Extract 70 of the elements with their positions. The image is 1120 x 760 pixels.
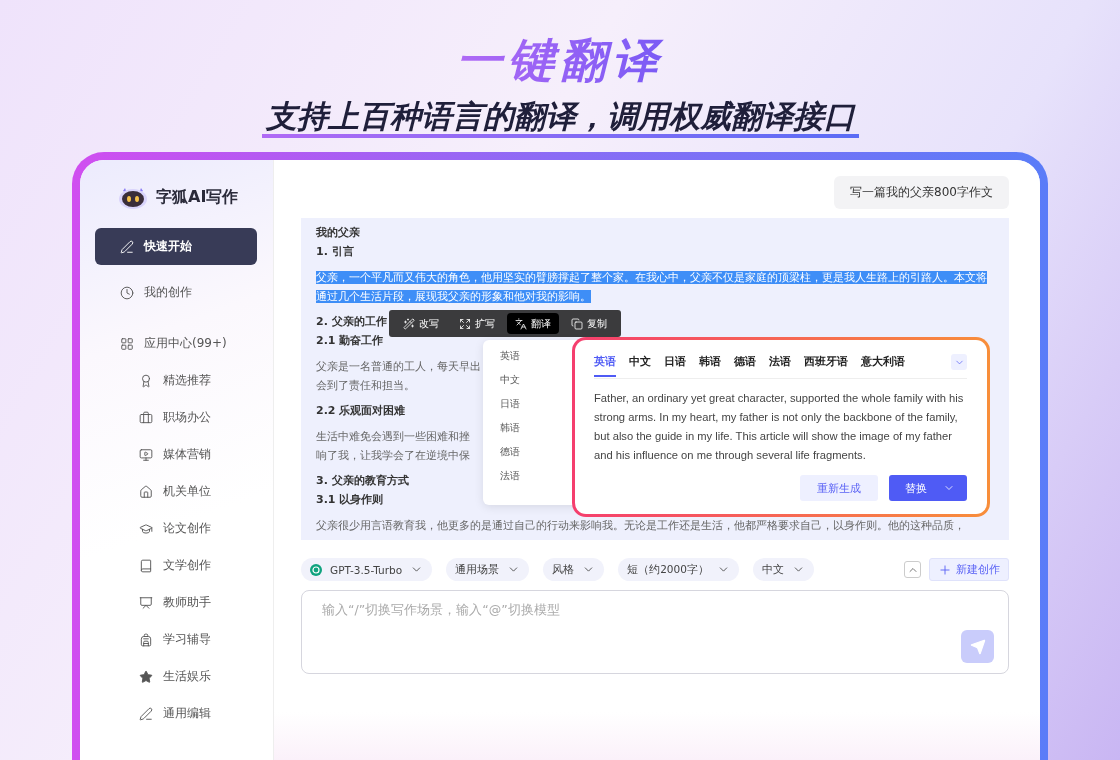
sidebar-item[interactable]: 学习辅导 xyxy=(95,621,257,658)
option-dropdown[interactable]: 风格 xyxy=(543,558,605,581)
graduation-cap-icon xyxy=(139,521,153,536)
toolbar-button[interactable]: 扩写 xyxy=(451,313,503,334)
language-tab[interactable]: 英语 xyxy=(594,354,616,377)
teacher-icon xyxy=(139,595,153,610)
paragraph: 生活中难免会遇到一些困难和挫 响了我，让我学会了在逆境中保 xyxy=(316,429,470,464)
clock-icon xyxy=(120,285,134,300)
sidebar-item[interactable]: 精选推荐 xyxy=(95,362,257,399)
star-icon xyxy=(139,669,153,684)
translation-text: Father, an ordinary yet great character, supported the whole family with his strong arms. In my heart, my father is not only the backbone of the family, but also the guide in my life. This article will show the image of my father and his influence on me through several life fragments. xyxy=(594,391,965,463)
section-heading: 2. 父亲的工作 xyxy=(316,314,387,330)
option-dropdown[interactable]: 短（约2000字） xyxy=(618,558,739,581)
toolbar-button[interactable]: 复制 xyxy=(563,313,615,334)
send-icon xyxy=(969,638,986,655)
sidebar-item[interactable]: 通用编辑 xyxy=(95,695,257,732)
toolbar-button[interactable]: 改写 xyxy=(395,313,447,334)
option-dropdown[interactable]: 通用场景 xyxy=(446,558,530,581)
send-button[interactable] xyxy=(961,630,994,663)
sidebar-item[interactable]: 论文创作 xyxy=(95,510,257,547)
translate-icon xyxy=(515,317,527,330)
language-tab[interactable]: 日语 xyxy=(664,354,686,377)
pen-icon xyxy=(120,239,134,254)
regenerate-button[interactable]: 重新生成 xyxy=(800,475,878,501)
sidebar-item[interactable]: 我的创作 xyxy=(95,274,257,311)
brand-name: 字狐AI写作 xyxy=(156,186,239,208)
option-dropdown[interactable]: GPT-3.5-Turbo xyxy=(301,558,433,581)
article-title: 我的父亲 xyxy=(316,225,360,241)
sidebar-item[interactable]: 媒体营销 xyxy=(95,436,257,473)
language-tab[interactable]: 德语 xyxy=(734,354,756,377)
section-heading: 1. 引言 xyxy=(316,244,354,260)
expand-icon xyxy=(459,317,471,330)
pen-icon xyxy=(139,706,153,721)
replace-button[interactable]: 替换 xyxy=(889,475,967,501)
section-heading: 3. 父亲的教育方式 xyxy=(316,473,409,489)
paragraph: 父亲是一名普通的工人，每天早出 会到了责任和担当。 xyxy=(316,359,481,394)
toolbar-button[interactable]: 翻译 xyxy=(507,313,559,334)
more-languages-button[interactable] xyxy=(951,354,967,370)
sidebar-item[interactable]: 文学创作 xyxy=(95,547,257,584)
badge-icon xyxy=(139,373,153,388)
grid-icon xyxy=(120,336,134,351)
plus-icon xyxy=(938,562,952,577)
section-heading: 2.2 乐观面对困难 xyxy=(316,403,406,419)
copy-icon xyxy=(571,317,583,330)
video-icon xyxy=(139,447,153,462)
message-input[interactable]: 输入“/”切换写作场景，输入“@”切换模型 xyxy=(320,601,994,618)
briefcase-icon xyxy=(139,410,153,425)
sidebar-item[interactable]: 职场办公 xyxy=(95,399,257,436)
option-dropdown[interactable]: 中文 xyxy=(752,558,814,581)
sidebar-item[interactable]: 机关单位 xyxy=(95,473,257,510)
book-icon xyxy=(139,558,153,573)
wand-icon xyxy=(403,317,415,330)
model-logo-icon xyxy=(310,563,322,576)
section-heading: 3.1 以身作则 xyxy=(316,492,384,508)
language-tab[interactable]: 西班牙语 xyxy=(804,354,848,377)
section-heading: 2.1 勤奋工作 xyxy=(316,333,384,349)
sidebar-item[interactable]: 快速开始 xyxy=(95,228,257,265)
new-creation-button[interactable]: 新建创作 xyxy=(929,558,1009,581)
sidebar-item[interactable]: 应用中心(99+) xyxy=(95,325,257,362)
paragraph: 父亲，一个平凡而又伟大的角色，他用坚实的臂膀撑起了整个家。在我心中，父亲不仅是家庭的顶梁柱，更是我人生路上的引路人。本文将通过几个生活片段，展现我父亲的形象和他对我的影响。 xyxy=(316,270,988,305)
paragraph: 父亲很少用言语教育我，他更多的是通过自己的行动来影响我。无论是工作还是生活，他都严格要求自己，以身作则。他的这种品质， xyxy=(316,518,965,534)
prompt-bubble: 写一篇我的父亲800字作文 xyxy=(834,176,1009,209)
language-tab[interactable]: 中文 xyxy=(629,354,651,377)
backpack-icon xyxy=(139,632,153,647)
sidebar-item[interactable]: 生活娱乐 xyxy=(95,658,257,695)
language-tab[interactable]: 法语 xyxy=(769,354,791,377)
language-tab[interactable]: 意大利语 xyxy=(861,354,905,377)
sidebar-item[interactable]: 教师助手 xyxy=(95,584,257,621)
collapse-button[interactable] xyxy=(904,561,921,578)
language-tab[interactable]: 韩语 xyxy=(699,354,721,377)
